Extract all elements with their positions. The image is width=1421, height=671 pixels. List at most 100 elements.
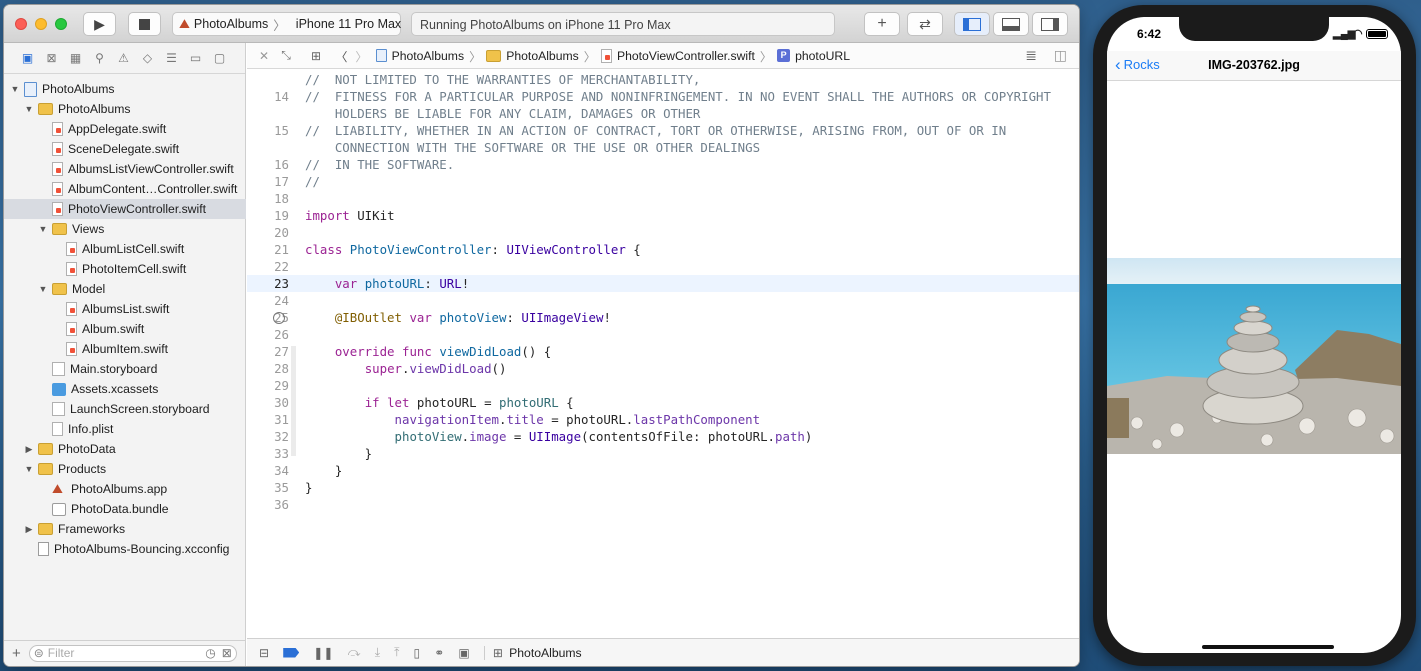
warning-icon[interactable]: ⚠ <box>116 51 131 65</box>
library-button[interactable]: + <box>864 12 900 36</box>
code-token: = <box>506 429 529 444</box>
tree-item[interactable]: ⛰ PhotoAlbums.app <box>4 479 246 499</box>
close-window-button[interactable] <box>15 18 27 30</box>
xcode-window: ▶ ⛰ PhotoAlbums 〉 iPhone 11 Pro Max Runn… <box>4 5 1079 666</box>
code-review-button[interactable]: ⇄ <box>907 12 943 36</box>
debug-icon[interactable]: ☰ <box>164 51 179 65</box>
disclosure-triangle-icon[interactable]: ▼ <box>24 104 34 114</box>
memory-graph-icon[interactable]: ⚭ <box>434 646 444 660</box>
code-folding-ribbon[interactable] <box>291 346 296 456</box>
tree-item[interactable]: Album.swift <box>4 319 246 339</box>
tree-item[interactable]: AppDelegate.swift <box>4 119 246 139</box>
breadcrumb-symbol[interactable]: P photoURL <box>777 49 850 63</box>
line-number: 15 <box>274 123 289 138</box>
tree-item[interactable]: SceneDelegate.swift <box>4 139 246 159</box>
assets-icon <box>52 382 66 396</box>
search-icon[interactable]: ⚲ <box>92 51 107 65</box>
simulator-screen[interactable]: 6:42 ▂▄▆ ◠ ‹ Rocks IMG-203762.jpg <box>1107 17 1401 653</box>
disclosure-triangle-icon[interactable]: ▶ <box>24 524 34 535</box>
symbol-icon[interactable]: ▦ <box>68 51 83 65</box>
tree-item[interactable]: PhotoItemCell.swift <box>4 259 246 279</box>
hide-debug-area-icon[interactable]: ⊟ <box>259 646 269 660</box>
tree-item[interactable]: PhotoData.bundle <box>4 499 246 519</box>
code-token: super <box>364 361 402 376</box>
back-arrow-icon[interactable]: 〈 <box>335 47 347 65</box>
run-button[interactable]: ▶ <box>83 12 116 36</box>
code-token: photoURL <box>364 276 425 291</box>
tree-item[interactable]: Assets.xcassets <box>4 379 246 399</box>
tree-item[interactable]: AlbumsList.swift <box>4 299 246 319</box>
breadcrumb-file[interactable]: PhotoViewController.swift <box>600 48 755 63</box>
tree-item[interactable]: LaunchScreen.storyboard <box>4 399 246 419</box>
tree-item[interactable]: ▼ PhotoAlbums <box>4 79 246 99</box>
tree-item[interactable]: Info.plist <box>4 419 246 439</box>
view-hierarchy-icon[interactable]: ▯ <box>413 646 420 660</box>
collapse-icon[interactable]: ⤡ <box>281 48 291 63</box>
activity-status: Running PhotoAlbums on iPhone 11 Pro Max <box>411 12 835 36</box>
tree-item[interactable]: ▶ Frameworks <box>4 519 246 539</box>
code-line: HOLDERS BE LIABLE FOR ANY CLAIM, DAMAGES… <box>305 106 701 121</box>
folder-icon[interactable]: ▣ <box>20 51 35 65</box>
filter-options-icon[interactable]: ⊠ <box>222 646 232 660</box>
tree-item[interactable]: ▼ PhotoAlbums <box>4 99 246 119</box>
pause-icon[interactable]: ❚❚ <box>313 646 333 660</box>
environment-overrides-icon[interactable]: ▣ <box>458 646 470 660</box>
tree-item[interactable]: ▼ Views <box>4 219 246 239</box>
line-number: 27 <box>274 344 289 359</box>
report-icon[interactable]: ▢ <box>212 51 227 65</box>
tree-item[interactable]: Main.storyboard <box>4 359 246 379</box>
forward-arrow-icon[interactable]: 〉 <box>355 47 367 65</box>
tree-item[interactable]: ▼ Products <box>4 459 246 479</box>
disclosure-triangle-icon[interactable]: ▼ <box>38 284 48 294</box>
tree-item-label: AppDelegate.swift <box>68 122 167 136</box>
add-file-icon[interactable]: + <box>12 645 21 662</box>
swift-file-icon <box>52 122 63 136</box>
tree-item[interactable]: AlbumsListViewController.swift <box>4 159 246 179</box>
minimize-window-button[interactable] <box>35 18 47 30</box>
toggle-navigator-button[interactable] <box>954 12 990 36</box>
disclosure-triangle-icon[interactable]: ▼ <box>38 224 48 234</box>
recent-files-icon[interactable]: ◷ <box>205 646 215 660</box>
step-over-icon[interactable]: ⤼ <box>348 645 361 660</box>
tree-item-label: SceneDelegate.swift <box>68 142 180 156</box>
test-icon[interactable]: ◇ <box>140 51 155 65</box>
close-editor-icon[interactable]: ✕ <box>259 49 269 63</box>
step-out-icon[interactable]: ⤒ <box>394 645 399 660</box>
code-token: import <box>305 208 350 223</box>
disclosure-triangle-icon[interactable]: ▼ <box>24 464 34 474</box>
bundle-icon <box>52 502 66 516</box>
line-number: 34 <box>274 463 289 478</box>
breadcrumb-group[interactable]: PhotoAlbums <box>486 49 579 63</box>
outlet-connection-icon[interactable] <box>273 312 285 324</box>
breadcrumb-project[interactable]: PhotoAlbums <box>375 49 464 63</box>
source-editor[interactable]: // NOT LIMITED TO THE WARRANTIES OF MERC… <box>247 69 1079 638</box>
zoom-window-button[interactable] <box>55 18 67 30</box>
disclosure-triangle-icon[interactable]: ▶ <box>24 444 34 455</box>
tree-item[interactable]: ▶ PhotoData <box>4 439 246 459</box>
breakpoints-toggle-icon[interactable] <box>283 647 300 658</box>
step-in-icon[interactable]: ⤓ <box>375 645 380 660</box>
editor-options-icon[interactable]: ≣ <box>1025 47 1037 64</box>
tree-item[interactable]: PhotoAlbums-Bouncing.xcconfig <box>4 539 246 559</box>
tree-item[interactable]: PhotoViewController.swift <box>4 199 246 219</box>
breakpoint-icon[interactable]: ▭ <box>188 51 203 65</box>
toggle-inspector-button[interactable] <box>1032 12 1068 36</box>
tree-item[interactable]: ▼ Model <box>4 279 246 299</box>
grid-icon[interactable]: ⊞ <box>311 49 321 63</box>
code-token: var <box>409 310 432 325</box>
tree-item[interactable]: AlbumListCell.swift <box>4 239 246 259</box>
tree-item[interactable]: AlbumContent…Controller.swift <box>4 179 246 199</box>
home-indicator[interactable] <box>1202 645 1334 649</box>
toggle-debug-area-button[interactable] <box>993 12 1029 36</box>
filter-input[interactable]: ⊜ Filter ◷ ⊠ <box>28 645 237 662</box>
stop-button[interactable] <box>128 12 161 36</box>
tree-item[interactable]: AlbumItem.swift <box>4 339 246 359</box>
scheme-selector[interactable]: ⛰ PhotoAlbums 〉 iPhone 11 Pro Max <box>172 12 401 36</box>
add-editor-icon[interactable]: ◫ <box>1054 47 1067 64</box>
disclosure-triangle-icon[interactable]: ▼ <box>10 84 20 94</box>
project-navigator: ▣ ⊠ ▦ ⚲ ⚠ ◇ ☰ ▭ ▢ ▼ PhotoAlbums ▼ PhotoAlbu… <box>4 43 246 666</box>
source-control-icon[interactable]: ⊠ <box>44 51 59 65</box>
code-token: func <box>402 344 432 359</box>
